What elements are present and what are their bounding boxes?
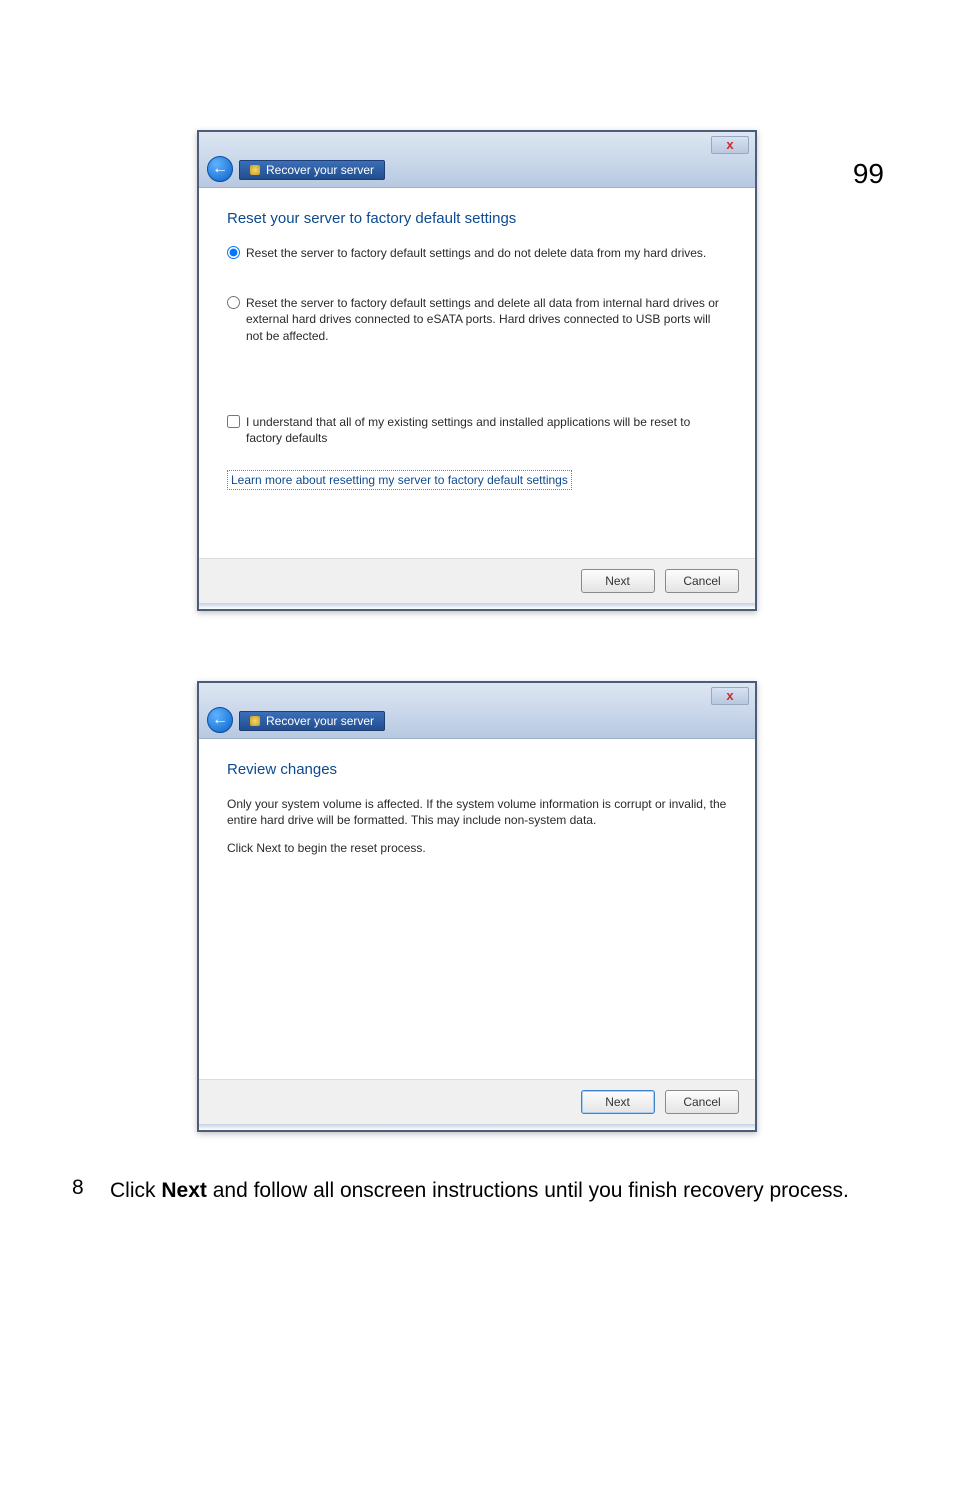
lock-icon	[250, 716, 260, 726]
confirm-checkbox-row[interactable]: I understand that all of my existing set…	[227, 414, 727, 446]
confirm-checkbox-label: I understand that all of my existing set…	[246, 414, 727, 446]
close-icon[interactable]: x	[711, 136, 749, 154]
breadcrumb[interactable]: Recover your server	[239, 711, 385, 731]
instruction-suffix: and follow all onscreen instructions unt…	[207, 1179, 849, 1202]
confirm-checkbox[interactable]	[227, 415, 240, 428]
review-dialog: x ← Recover your server Review changes O…	[197, 681, 757, 1132]
breadcrumb-label: Recover your server	[266, 714, 374, 728]
next-button[interactable]: Next	[581, 569, 655, 593]
dialog-header: x ← Recover your server	[199, 132, 755, 188]
radio-delete-data-label: Reset the server to factory default sett…	[246, 295, 727, 344]
step-number: 8	[72, 1176, 84, 1200]
radio-keep-data[interactable]	[227, 246, 240, 259]
back-button[interactable]: ←	[207, 707, 233, 733]
lock-icon	[250, 165, 260, 175]
close-icon[interactable]: x	[711, 687, 749, 705]
breadcrumb[interactable]: Recover your server	[239, 160, 385, 180]
reset-dialog: x ← Recover your server Reset your serve…	[197, 130, 757, 611]
dialog-footer: Next Cancel	[199, 1079, 755, 1124]
radio-keep-data-label: Reset the server to factory default sett…	[246, 245, 706, 261]
dialog-body: Reset your server to factory default set…	[199, 188, 755, 558]
shadow	[199, 603, 755, 609]
dialog-header: x ← Recover your server	[199, 683, 755, 739]
review-paragraph-2: Click Next to begin the reset process.	[227, 840, 727, 856]
back-button[interactable]: ←	[207, 156, 233, 182]
instruction-step: 8 Click Next and follow all onscreen ins…	[110, 1176, 864, 1206]
learn-more-link[interactable]: Learn more about resetting my server to …	[227, 470, 572, 490]
page-number: 99	[853, 158, 884, 190]
review-paragraph-1: Only your system volume is affected. If …	[227, 796, 727, 828]
cancel-button[interactable]: Cancel	[665, 1090, 739, 1114]
radio-delete-data[interactable]	[227, 296, 240, 309]
breadcrumb-label: Recover your server	[266, 163, 374, 177]
radio-option-delete-data[interactable]: Reset the server to factory default sett…	[227, 295, 727, 344]
dialog-heading: Review changes	[227, 761, 727, 778]
dialog-body: Review changes Only your system volume i…	[199, 739, 755, 1079]
shadow	[199, 1124, 755, 1130]
dialog-heading: Reset your server to factory default set…	[227, 210, 727, 227]
instruction-prefix: Click	[110, 1179, 161, 1202]
instruction-bold: Next	[161, 1179, 207, 1202]
instruction-text: Click Next and follow all onscreen instr…	[110, 1176, 864, 1206]
radio-option-keep-data[interactable]: Reset the server to factory default sett…	[227, 245, 727, 261]
dialog-footer: Next Cancel	[199, 558, 755, 603]
cancel-button[interactable]: Cancel	[665, 569, 739, 593]
next-button[interactable]: Next	[581, 1090, 655, 1114]
